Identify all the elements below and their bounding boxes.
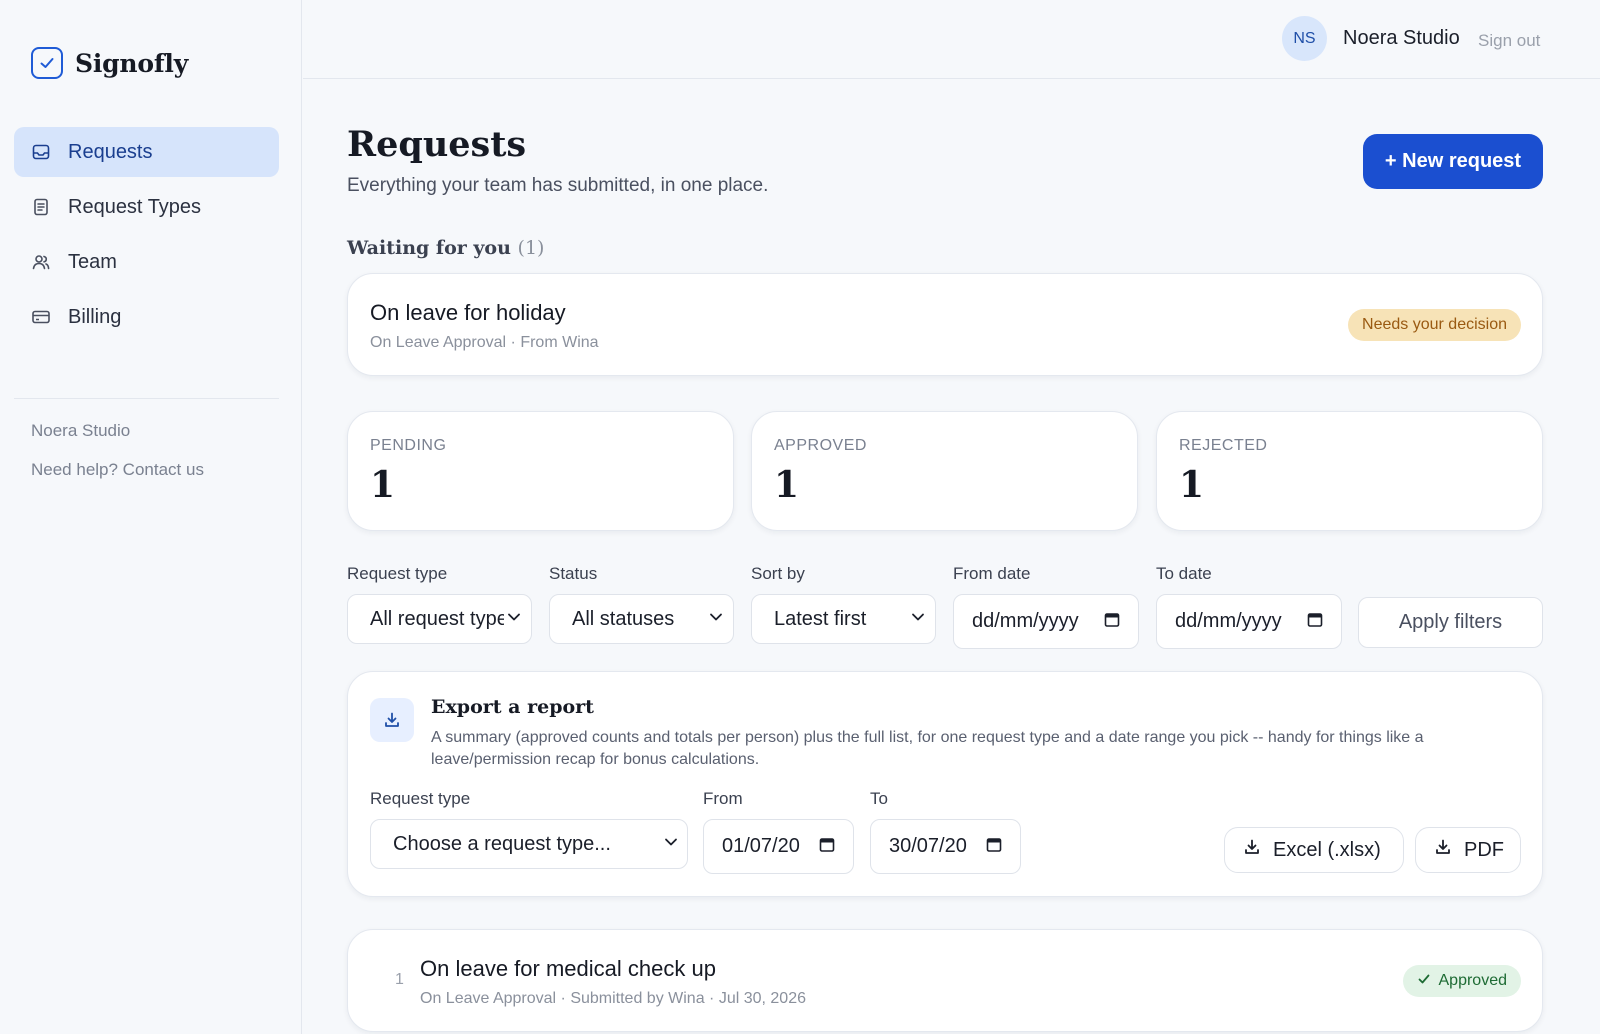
export-from-date-input[interactable]: 01/07/20 — [703, 819, 854, 874]
calendar-icon[interactable] — [986, 835, 1002, 858]
select-value: Choose a request type... — [393, 832, 611, 855]
filter-to-date-input[interactable]: dd/mm/yyyy — [1156, 594, 1342, 649]
filter-sort-select[interactable]: Latest first — [751, 594, 936, 644]
filter-from-date-label: From date — [953, 564, 1031, 583]
help-link[interactable]: Need help? Contact us — [31, 460, 204, 480]
list-item[interactable]: 1 On leave for medical check up On Leave… — [347, 929, 1543, 1032]
document-icon — [31, 197, 51, 217]
date-value: 01/07/20 — [722, 835, 800, 857]
export-request-type-select[interactable]: Choose a request type... — [370, 819, 688, 869]
select-value: All statuses — [572, 607, 675, 630]
sidebar-item-label: Request Types — [68, 195, 202, 218]
request-meta: On Leave Approval · From Wina — [370, 334, 599, 351]
export-title: Export a report — [431, 696, 594, 718]
sidebar-item-billing[interactable]: Billing — [14, 292, 279, 342]
export-report-card: Export a report A summary (approved coun… — [347, 671, 1543, 897]
inbox-icon — [31, 142, 51, 162]
select-value: All request types — [370, 607, 518, 630]
waiting-request-card[interactable]: On leave for holiday On Leave Approval ·… — [347, 273, 1543, 376]
checkbox-logo-icon — [31, 47, 63, 79]
export-excel-button[interactable]: Excel (.xlsx) — [1224, 827, 1404, 873]
export-request-type-label: Request type — [370, 789, 471, 808]
stat-label: PENDING — [370, 437, 447, 454]
sidebar-item-requests[interactable]: Requests — [14, 127, 279, 177]
calendar-icon[interactable] — [1104, 610, 1120, 633]
avatar[interactable]: NS — [1282, 16, 1327, 61]
chevron-down-icon — [504, 607, 522, 631]
stat-label: APPROVED — [774, 437, 867, 454]
check-icon — [1417, 972, 1431, 991]
calendar-icon[interactable] — [1307, 610, 1323, 633]
export-pdf-button[interactable]: PDF — [1415, 827, 1521, 873]
stat-card-rejected: REJECTED 1 — [1156, 411, 1543, 531]
org-name: Noera Studio — [31, 421, 131, 440]
sidebar-item-label: Team — [68, 250, 117, 273]
status-badge: Needs your decision — [1348, 309, 1521, 341]
chevron-down-icon — [663, 833, 679, 856]
page-subtitle: Everything your team has submitted, in o… — [347, 175, 769, 196]
app-logo[interactable]: Signofly — [31, 47, 188, 79]
stat-value: 1 — [370, 464, 396, 506]
status-badge: Approved — [1402, 965, 1521, 997]
sidebar-item-team[interactable]: Team — [14, 237, 279, 287]
select-value: Latest first — [774, 607, 867, 630]
sidebar-divider — [14, 398, 279, 399]
date-value: dd/mm/yyyy — [1175, 610, 1282, 632]
export-to-label: To — [870, 789, 888, 808]
download-icon — [370, 698, 414, 742]
request-title: On leave for medical check up — [420, 956, 716, 981]
filter-from-date-input[interactable]: dd/mm/yyyy — [953, 594, 1139, 649]
sidebar: Signofly Requests Request Types Team Bil… — [0, 0, 302, 1034]
chevron-down-icon — [708, 608, 724, 631]
button-label: Excel (.xlsx) — [1273, 838, 1381, 861]
apply-filters-button[interactable]: Apply filters — [1358, 597, 1543, 648]
stat-value: 1 — [774, 464, 800, 506]
filter-to-date-label: To date — [1156, 564, 1212, 583]
sidebar-nav: Requests Request Types Team Billing — [14, 127, 279, 347]
app-name: Signofly — [75, 48, 189, 78]
export-from-label: From — [703, 789, 743, 808]
sidebar-item-request-types[interactable]: Request Types — [14, 182, 279, 232]
filter-status-select[interactable]: All statuses — [549, 594, 734, 644]
user-name: Noera Studio — [1343, 27, 1460, 49]
new-request-button[interactable]: + New request — [1363, 134, 1543, 189]
waiting-heading: Waiting for you (1) — [347, 237, 544, 259]
request-title: On leave for holiday — [370, 300, 566, 325]
export-description: A summary (approved counts and totals pe… — [431, 729, 1424, 768]
stat-value: 1 — [1179, 464, 1205, 506]
download-icon — [1243, 838, 1261, 862]
filter-request-type-label: Request type — [347, 564, 448, 583]
chevron-down-icon — [910, 608, 926, 631]
waiting-count: (1) — [517, 237, 545, 259]
button-label: PDF — [1464, 838, 1504, 861]
filter-sort-label: Sort by — [751, 564, 805, 583]
filter-request-type-select[interactable]: All request types — [347, 594, 532, 644]
filter-status-label: Status — [549, 564, 598, 583]
sign-out-link[interactable]: Sign out — [1478, 31, 1540, 51]
date-value: 30/07/20 — [889, 835, 967, 857]
page-title: Requests — [347, 124, 527, 165]
stat-label: REJECTED — [1179, 437, 1268, 454]
download-icon — [1434, 838, 1452, 862]
calendar-icon[interactable] — [819, 835, 835, 858]
stat-card-pending: PENDING 1 — [347, 411, 734, 531]
top-bar: NS Noera Studio Sign out — [303, 0, 1600, 79]
export-to-date-input[interactable]: 30/07/20 — [870, 819, 1021, 874]
row-index: 1 — [395, 971, 404, 988]
sidebar-item-label: Billing — [68, 305, 122, 328]
users-icon — [31, 252, 51, 272]
request-meta: On Leave Approval · Submitted by Wina · … — [420, 990, 806, 1007]
sidebar-item-label: Requests — [68, 140, 153, 163]
date-value: dd/mm/yyyy — [972, 610, 1079, 632]
stat-card-approved: APPROVED 1 — [751, 411, 1138, 531]
waiting-heading-label: Waiting for you — [347, 237, 511, 259]
credit-card-icon — [31, 307, 51, 327]
status-label: Approved — [1438, 972, 1508, 989]
